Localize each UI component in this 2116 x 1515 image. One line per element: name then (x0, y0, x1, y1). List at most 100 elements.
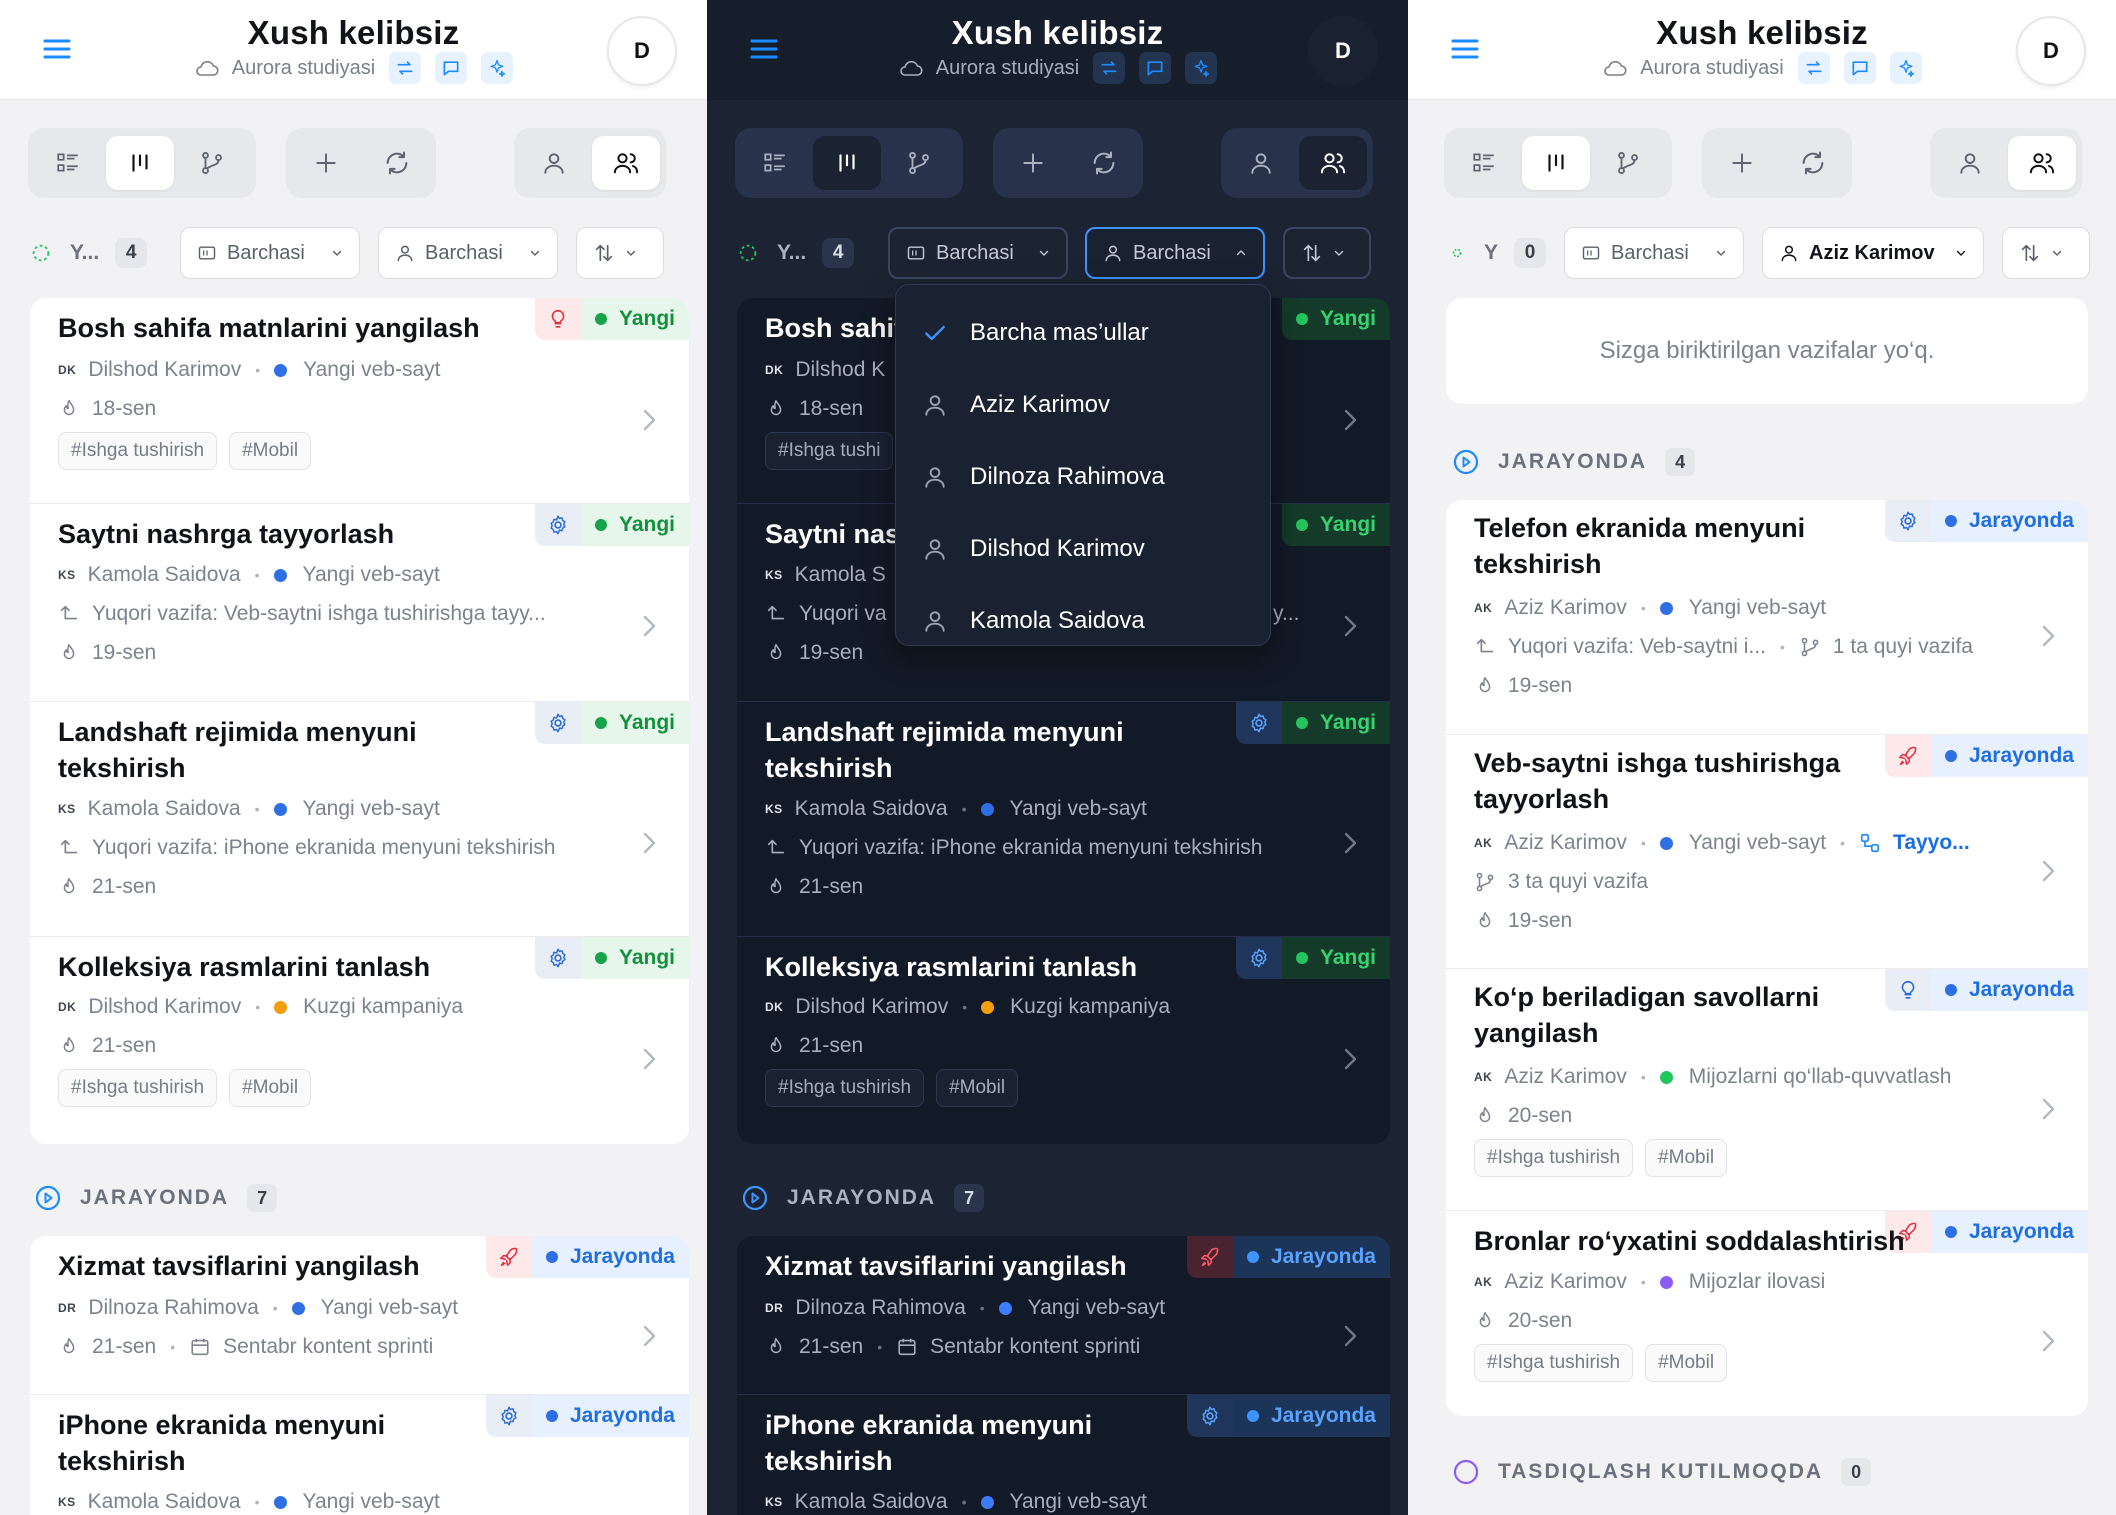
tag[interactable]: #Mobil (229, 432, 312, 470)
tag[interactable]: #Mobil (1645, 1344, 1728, 1382)
dropdown-option[interactable]: Dilshod Karimov (896, 513, 1270, 585)
dropdown-option-all[interactable]: Barcha mas’ullar (896, 297, 1270, 369)
chevron-right-icon[interactable] (1340, 406, 1360, 434)
ai-button[interactable] (1185, 52, 1218, 84)
tree-view-button[interactable] (178, 136, 246, 190)
sort-button[interactable] (2002, 227, 2090, 279)
assignee-filter[interactable]: Aziz Karimov (1762, 227, 1984, 279)
avatar[interactable]: D (1308, 16, 1378, 86)
sync-button[interactable] (1797, 52, 1830, 84)
task-card[interactable]: Jarayonda Telefon ekranida menyuni teksh… (1446, 500, 2088, 734)
refresh-button[interactable] (1070, 136, 1137, 190)
task-card[interactable]: Yangi Kolleksiya rasmlarini tanlash DK D… (737, 936, 1390, 1142)
tag[interactable]: #Ishga tushirish (1474, 1139, 1634, 1177)
chevron-right-icon[interactable] (2038, 1095, 2058, 1123)
sync-button[interactable] (1093, 52, 1126, 84)
sync-button[interactable] (389, 52, 422, 84)
section-in-progress[interactable]: JARAYONDA 7 (34, 1184, 278, 1212)
project-filter[interactable]: Barchasi (1564, 227, 1744, 279)
assignee-initials: KS (58, 802, 76, 816)
project-filter[interactable]: Barchasi (888, 227, 1068, 279)
add-task-button[interactable] (292, 136, 359, 190)
tag[interactable]: #Ishga tushirish (58, 432, 218, 470)
chat-button[interactable] (1139, 52, 1172, 84)
task-card[interactable]: Yangi Kolleksiya rasmlarini tanlash DK D… (30, 936, 689, 1142)
dropdown-option[interactable]: Kamola Saidova (896, 585, 1270, 657)
chat-button[interactable] (435, 52, 468, 84)
status-filter[interactable]: Y 0 (1450, 238, 1547, 268)
scope-switcher (514, 128, 666, 198)
status-filter[interactable]: Y... 4 (737, 238, 855, 268)
tag[interactable]: #Mobil (936, 1069, 1019, 1107)
add-task-button[interactable] (1708, 136, 1775, 190)
avatar[interactable]: D (607, 16, 677, 86)
my-tasks-button[interactable] (1936, 136, 2004, 190)
my-tasks-button[interactable] (520, 136, 588, 190)
refresh-button[interactable] (1779, 136, 1846, 190)
chevron-right-icon[interactable] (639, 1045, 659, 1073)
chevron-right-icon[interactable] (1340, 612, 1360, 640)
chevron-right-icon[interactable] (639, 1322, 659, 1350)
section-awaiting-approval[interactable]: TASDIQLASH KUTILMOQDA 0 (1452, 1458, 1872, 1486)
team-tasks-button[interactable] (1299, 136, 1367, 190)
tag[interactable]: #Ishga tushirish (1474, 1344, 1634, 1382)
project-filter[interactable]: Barchasi (180, 227, 360, 279)
task-card[interactable]: Jarayonda Ko‘p beriladigan savollarni ya… (1446, 968, 2088, 1210)
tag[interactable]: #Mobil (1645, 1139, 1728, 1177)
team-tasks-button[interactable] (2008, 136, 2076, 190)
my-tasks-button[interactable] (1227, 136, 1295, 190)
task-card[interactable]: Yangi Bosh sahifa matnlarini yangilash D… (30, 298, 689, 503)
ai-button[interactable] (1889, 52, 1922, 84)
task-card[interactable]: Jarayonda iPhone ekranida menyuni tekshi… (737, 1394, 1390, 1515)
task-card[interactable]: Yangi Landshaft rejimida menyuni tekshir… (30, 701, 689, 936)
board-view-button[interactable] (106, 136, 174, 190)
section-in-progress[interactable]: JARAYONDA 7 (741, 1184, 985, 1212)
list-view-button[interactable] (741, 136, 809, 190)
sort-button[interactable] (576, 227, 664, 279)
task-card[interactable]: Yangi Saytni nashrga tayyorlash KS Kamol… (30, 503, 689, 701)
linked-task-label[interactable]: Tayyo... (1893, 831, 1970, 855)
chevron-right-icon[interactable] (2038, 1327, 2058, 1355)
chevron-right-icon[interactable] (2038, 622, 2058, 650)
ai-button[interactable] (481, 52, 514, 84)
new-task-list: Yangi Bosh sahifa matnlarini yangilash D… (30, 298, 689, 1144)
task-card[interactable]: Jarayonda Bronlar ro‘yxatini soddalashti… (1446, 1210, 2088, 1416)
dropdown-option[interactable]: Aziz Karimov (896, 369, 1270, 441)
assignee-filter[interactable]: Barchasi (1085, 227, 1265, 279)
chat-button[interactable] (1843, 52, 1876, 84)
chevron-right-icon[interactable] (2038, 857, 2058, 885)
due-date: 19-sen (1508, 909, 1573, 932)
sort-button[interactable] (1283, 227, 1371, 279)
tree-view-button[interactable] (1594, 136, 1662, 190)
tag[interactable]: #Ishga tushirish (58, 1069, 218, 1107)
task-card[interactable]: Yangi Landshaft rejimida menyuni tekshir… (737, 701, 1390, 936)
task-title: Saytni nashrga tayyorlash (58, 519, 395, 549)
chevron-right-icon[interactable] (639, 612, 659, 640)
tag[interactable]: #Mobil (229, 1069, 312, 1107)
dropdown-option[interactable]: Dilnoza Rahimova (896, 441, 1270, 513)
chevron-right-icon[interactable] (1340, 1322, 1360, 1350)
section-in-progress[interactable]: JARAYONDA 4 (1452, 448, 1696, 476)
board-view-button[interactable] (1522, 136, 1590, 190)
task-card[interactable]: Jarayonda Xizmat tavsiflarini yangilash … (30, 1236, 689, 1394)
status-filter[interactable]: Y... 4 (30, 238, 148, 268)
chevron-right-icon[interactable] (1340, 1045, 1360, 1073)
task-card[interactable]: Jarayonda Veb-saytni ishga tushirishga t… (1446, 734, 2088, 968)
board-view-button[interactable] (813, 136, 881, 190)
refresh-button[interactable] (363, 136, 430, 190)
list-view-button[interactable] (34, 136, 102, 190)
chevron-right-icon[interactable] (1340, 829, 1360, 857)
add-task-button[interactable] (999, 136, 1066, 190)
team-tasks-button[interactable] (592, 136, 660, 190)
task-card[interactable]: Jarayonda iPhone ekranida menyuni tekshi… (30, 1394, 689, 1515)
tag[interactable]: #Ishga tushi (765, 432, 894, 470)
chevron-right-icon[interactable] (639, 829, 659, 857)
tag[interactable]: #Ishga tushirish (765, 1069, 925, 1107)
parent-task-label: Yuqori vazifa: iPhone ekranida menyuni t… (92, 836, 556, 859)
tree-view-button[interactable] (885, 136, 953, 190)
assignee-filter[interactable]: Barchasi (378, 227, 558, 279)
list-view-button[interactable] (1450, 136, 1518, 190)
chevron-right-icon[interactable] (639, 406, 659, 434)
task-card[interactable]: Jarayonda Xizmat tavsiflarini yangilash … (737, 1236, 1390, 1394)
avatar[interactable]: D (2016, 16, 2086, 86)
